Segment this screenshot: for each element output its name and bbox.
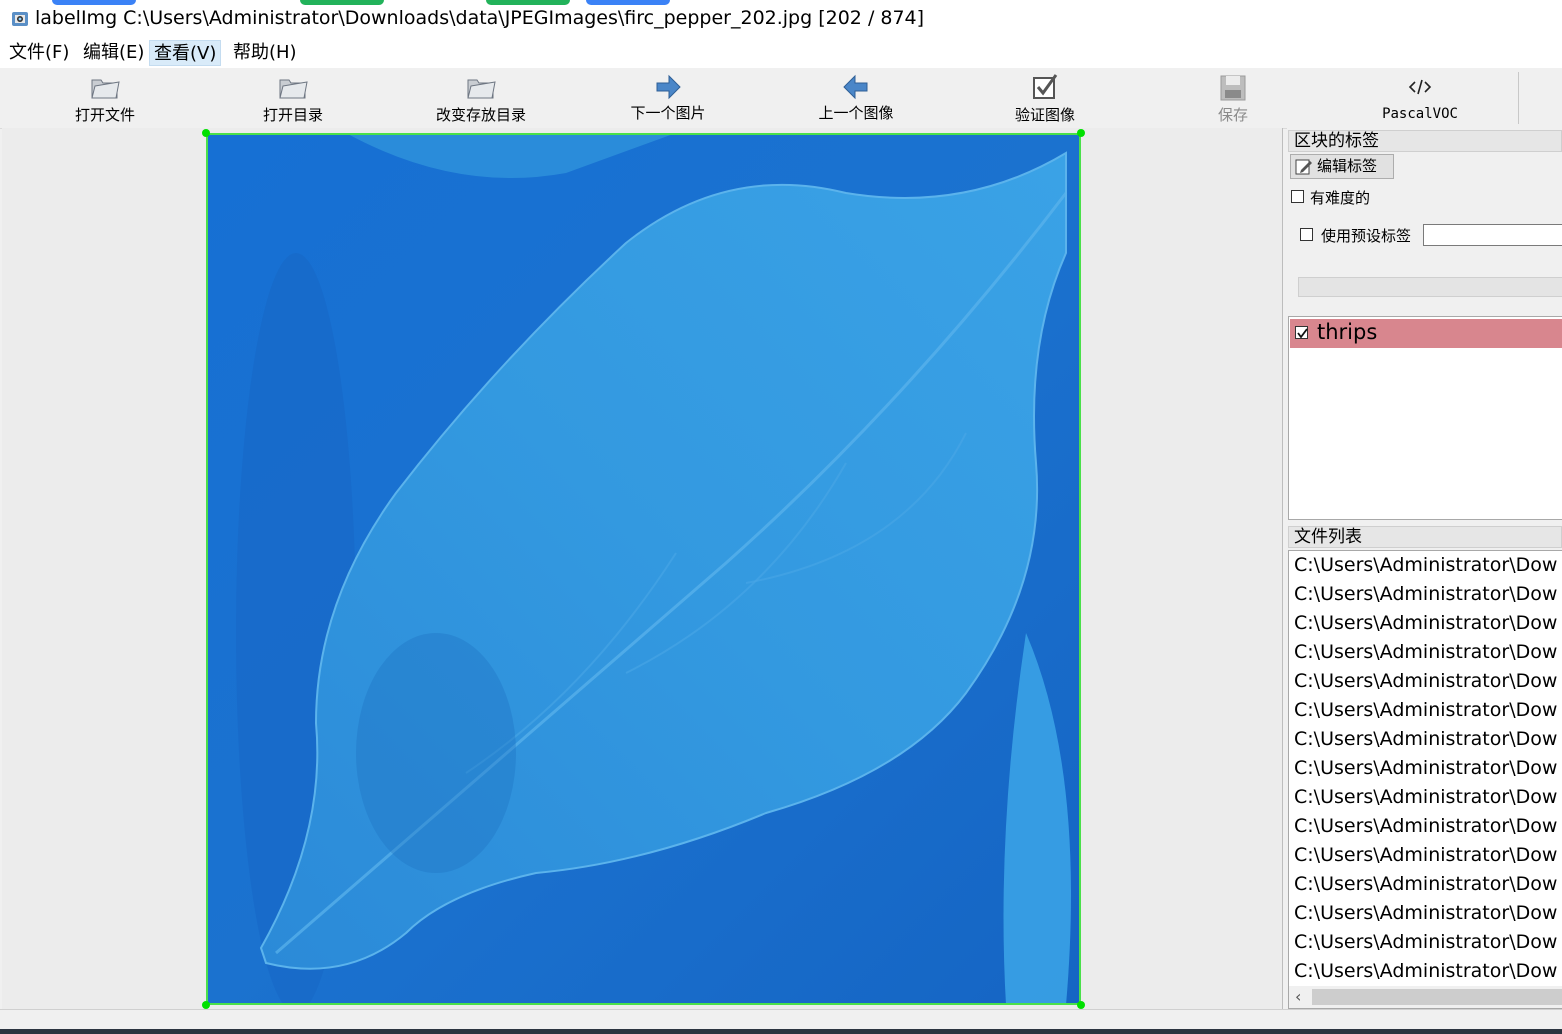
bbox-handle-top-right[interactable] [1077,129,1085,137]
use-default-label-checkbox[interactable] [1300,228,1313,241]
file-list-item[interactable]: C:\Users\Administrator\Dow [1294,812,1557,841]
label-visible-checkbox[interactable] [1295,326,1308,339]
status-bar [0,1009,1562,1030]
save-label: 保存 [1217,106,1248,124]
menu-bar: 文件(F) 编辑(E) 查看(V) 帮助(H) [0,38,1562,68]
next-image-button[interactable]: 下一个图片 [578,68,758,128]
menu-view[interactable]: 查看(V) [149,40,222,66]
menu-help[interactable]: 帮助(H) [229,40,301,66]
arrow-left-icon [843,74,868,100]
difficult-checkbox[interactable] [1291,190,1304,203]
menu-edit[interactable]: 编辑(E) [79,40,148,66]
format-toggle-button[interactable]: PascalVOC [1330,68,1510,128]
file-list-item[interactable]: C:\Users\Administrator\Dow [1294,551,1557,580]
file-list-item[interactable]: C:\Users\Administrator\Dow [1294,580,1557,609]
check-icon [1297,328,1308,339]
verify-image-label: 验证图像 [1014,106,1075,124]
checkbox-icon [1033,74,1058,99]
format-label: PascalVOC [1382,106,1458,122]
next-image-label: 下一个图片 [630,104,706,122]
right-dock: 区块的标签 编辑标签 有难度的 使用预设标签 thrips 文件列表 C:\Us… [1287,128,1562,1009]
file-list-hscrollbar[interactable]: ‹ [1289,986,1562,1008]
prev-image-label: 上一个图像 [818,104,894,122]
file-list-item[interactable]: C:\Users\Administrator\Dow [1294,841,1557,870]
toolbar: 打开文件 打开目录 改变存放目录 下一个图片 上一个图像 验证图像 保存 Pas… [0,68,1562,129]
save-icon [1220,75,1246,101]
open-dir-label: 打开目录 [262,106,323,124]
app-icon [12,12,28,26]
save-button[interactable]: 保存 [1143,68,1323,128]
file-list-item[interactable]: C:\Users\Administrator\Dow [1294,957,1557,986]
folder-icon [279,79,308,99]
difficult-label: 有难度的 [1310,189,1371,207]
file-list-item[interactable]: C:\Users\Administrator\Dow [1294,696,1557,725]
box-labels-title: 区块的标签 [1288,130,1562,152]
bbox-handle-top-left[interactable] [202,129,210,137]
file-list-item[interactable]: C:\Users\Administrator\Dow [1294,638,1557,667]
scroll-left-icon[interactable]: ‹ [1295,987,1301,1006]
label-item-text: thrips [1317,320,1378,344]
file-list-item[interactable]: C:\Users\Administrator\Dow [1294,928,1557,957]
bounding-box[interactable] [206,133,1081,1005]
folder-icon [467,79,496,99]
open-dir-button[interactable]: 打开目录 [203,68,383,128]
file-list-item[interactable]: C:\Users\Administrator\Dow [1294,725,1557,754]
edit-icon [1295,159,1312,175]
file-list-title: 文件列表 [1288,526,1562,548]
use-default-label-text: 使用预设标签 [1321,227,1412,245]
title-bar: labelImg C:\Users\Administrator\Download… [0,0,1562,38]
open-file-label: 打开文件 [74,106,135,124]
change-save-dir-label: 改变存放目录 [435,106,526,124]
edit-label-button[interactable]: 编辑标签 [1290,154,1394,179]
toolbar-separator [1518,72,1519,124]
file-list[interactable]: C:\Users\Administrator\Dow C:\Users\Admi… [1288,550,1562,1009]
change-save-dir-button[interactable]: 改变存放目录 [391,68,571,128]
menu-file[interactable]: 文件(F) [5,40,73,66]
file-list-item[interactable]: C:\Users\Administrator\Dow [1294,870,1557,899]
open-file-button[interactable]: 打开文件 [15,68,195,128]
label-item-thrips[interactable]: thrips [1290,319,1562,348]
file-list-item[interactable]: C:\Users\Administrator\Dow [1294,667,1557,696]
label-combo-box[interactable] [1298,277,1562,297]
label-list[interactable]: thrips [1288,316,1562,520]
verify-image-button[interactable]: 验证图像 [955,68,1135,128]
file-list-item[interactable]: C:\Users\Administrator\Dow [1294,783,1557,812]
file-list-item[interactable]: C:\Users\Administrator\Dow [1294,609,1557,638]
arrow-right-icon [656,74,681,100]
taskbar-strip [0,1029,1562,1034]
bbox-handle-bottom-left[interactable] [202,1001,210,1009]
folder-icon [91,79,120,99]
file-list-item[interactable]: C:\Users\Administrator\Dow [1294,754,1557,783]
prev-image-button[interactable]: 上一个图像 [766,68,946,128]
scrollbar-thumb[interactable] [1312,989,1562,1005]
file-list-item[interactable]: C:\Users\Administrator\Dow [1294,899,1557,928]
canvas-area[interactable] [2,128,1283,1009]
edit-label-text: 编辑标签 [1317,157,1378,175]
code-icon [1408,79,1432,95]
bbox-handle-bottom-right[interactable] [1077,1001,1085,1009]
default-label-input[interactable] [1423,224,1562,246]
window-title: labelImg C:\Users\Administrator\Download… [35,7,925,29]
